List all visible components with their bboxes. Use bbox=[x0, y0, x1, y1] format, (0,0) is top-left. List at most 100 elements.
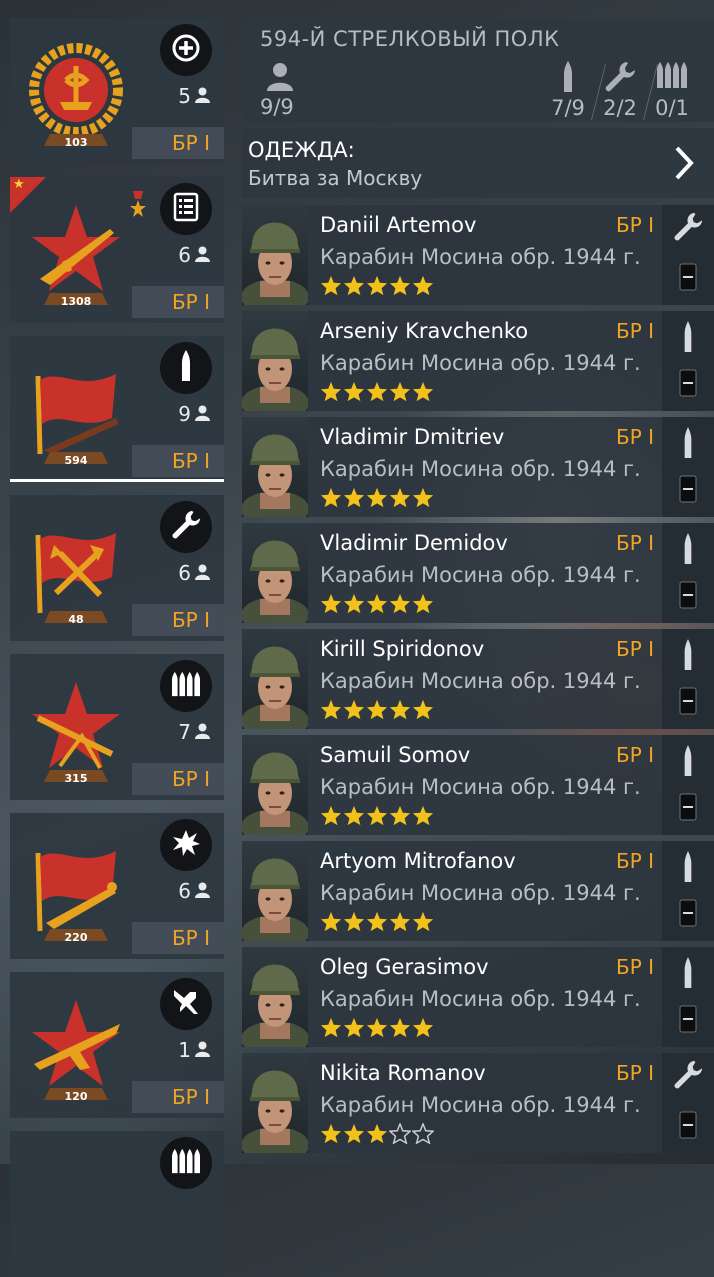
soldier-portrait bbox=[242, 629, 308, 729]
rank-icon bbox=[679, 263, 697, 295]
squad-card[interactable]: 103 5 БР I bbox=[10, 18, 224, 164]
outfit-label: ОДЕЖДА: bbox=[248, 138, 355, 162]
soldier-portrait bbox=[242, 205, 308, 305]
soldier-row[interactable]: Vladimir Dmitriev Карабин Мосина обр. 19… bbox=[242, 417, 714, 517]
soldier-rating bbox=[320, 593, 434, 618]
person-icon bbox=[195, 879, 210, 903]
squad-size-value: 9 bbox=[178, 402, 191, 426]
emblem-number: 48 bbox=[68, 613, 83, 626]
soldier-class-panel bbox=[662, 523, 714, 623]
plane-icon bbox=[170, 986, 202, 1022]
soldier-row[interactable]: Nikita Romanov Карабин Мосина обр. 1944 … bbox=[242, 1053, 714, 1153]
wrench-icon bbox=[170, 509, 202, 545]
ammo-icon bbox=[170, 670, 202, 702]
soldier-class-panel bbox=[662, 841, 714, 941]
battle-rating: БР I bbox=[616, 637, 655, 661]
plane-class-button[interactable] bbox=[160, 978, 212, 1030]
squad-card[interactable] bbox=[10, 1131, 224, 1277]
soldier-row[interactable]: Samuil Somov Карабин Мосина обр. 1944 г.… bbox=[242, 735, 714, 835]
person-icon bbox=[195, 561, 210, 585]
squad-card[interactable]: ★ 1308 6 БР I bbox=[10, 177, 224, 323]
emblem-number: 315 bbox=[65, 772, 88, 785]
star-filled-icon bbox=[320, 593, 342, 618]
star-filled-icon bbox=[366, 1123, 388, 1148]
star-icon: ★ bbox=[13, 177, 25, 192]
star-filled-icon bbox=[343, 1123, 365, 1148]
person-icon bbox=[195, 720, 210, 744]
star-empty-icon bbox=[388, 1121, 412, 1148]
battle-rating: БР I bbox=[171, 608, 210, 632]
soldier-rating bbox=[320, 275, 434, 300]
wrench-icon bbox=[594, 60, 646, 94]
star-filled-icon bbox=[343, 699, 365, 724]
person-icon bbox=[195, 84, 210, 108]
ammo-class-button[interactable] bbox=[160, 660, 212, 712]
star-filled-icon bbox=[320, 911, 342, 936]
bullet-icon bbox=[683, 423, 693, 467]
squad-card[interactable]: 315 7 БР I bbox=[10, 654, 224, 800]
soldier-portrait bbox=[242, 735, 308, 835]
star-filled-icon bbox=[366, 487, 388, 512]
soldier-portrait bbox=[242, 523, 308, 623]
soldier-rating bbox=[320, 1017, 434, 1042]
star-filled-icon bbox=[320, 1123, 342, 1148]
squad-card[interactable]: 594 9 БР I bbox=[10, 336, 224, 482]
rank-icon bbox=[679, 687, 697, 719]
star-filled-icon bbox=[389, 275, 411, 300]
battle-rating: БР I bbox=[616, 319, 655, 343]
slot-riflemen-value: 7/9 bbox=[551, 96, 585, 120]
explosion-class-button[interactable] bbox=[160, 819, 212, 871]
squad-size-value: 6 bbox=[178, 561, 191, 585]
bullet-icon bbox=[683, 317, 693, 361]
squad-size: 6 bbox=[178, 243, 210, 267]
squad-emblem: 103 bbox=[20, 40, 132, 150]
br-bar: БР I bbox=[132, 604, 224, 636]
outfit-selector[interactable]: ОДЕЖДА: Битва за Москву bbox=[242, 128, 714, 198]
soldier-name: Oleg Gerasimov bbox=[320, 955, 489, 979]
star-filled-icon bbox=[366, 911, 388, 936]
person-icon bbox=[195, 402, 210, 426]
wrench-icon bbox=[672, 1059, 704, 1095]
squad-card[interactable]: 220 6 БР I bbox=[10, 813, 224, 959]
list-class-button[interactable] bbox=[160, 183, 212, 235]
battle-rating: БР I bbox=[616, 955, 655, 979]
star-filled-icon bbox=[389, 487, 411, 512]
bullet-class-button[interactable] bbox=[160, 342, 212, 394]
plus-class-button[interactable] bbox=[160, 24, 212, 76]
ammo-icon bbox=[170, 1147, 202, 1179]
soldier-name: Vladimir Demidov bbox=[320, 531, 508, 555]
soldier-weapon: Карабин Мосина обр. 1944 г. bbox=[320, 563, 641, 587]
rank-icon bbox=[679, 581, 697, 613]
rank-icon bbox=[679, 369, 697, 401]
soldier-row[interactable]: Daniil Artemov Карабин Мосина обр. 1944 … bbox=[242, 205, 714, 305]
star-filled-icon bbox=[343, 805, 365, 830]
soldier-row[interactable]: Oleg Gerasimov Карабин Мосина обр. 1944 … bbox=[242, 947, 714, 1047]
squad-size-value: 5 bbox=[178, 84, 191, 108]
soldier-row[interactable]: Vladimir Demidov Карабин Мосина обр. 194… bbox=[242, 523, 714, 623]
star-filled-icon bbox=[389, 911, 411, 936]
star-filled-icon bbox=[343, 381, 365, 406]
emblem-number: 594 bbox=[65, 454, 88, 467]
squad-card[interactable]: 120 1 БР I bbox=[10, 972, 224, 1118]
squad-header: 594-Й СТРЕЛКОВЫЙ ПОЛК 9/9 7/9 2/2 0/1 bbox=[242, 20, 714, 122]
rank-icon bbox=[679, 899, 697, 931]
br-bar: БР I bbox=[132, 1081, 224, 1113]
battle-rating: БР I bbox=[616, 213, 655, 237]
br-bar: БР I bbox=[132, 286, 224, 318]
soldier-row[interactable]: Arseniy Kravchenko Карабин Мосина обр. 1… bbox=[242, 311, 714, 411]
ammo-class-button[interactable] bbox=[160, 1137, 212, 1189]
soldier-class-panel bbox=[662, 311, 714, 411]
squad-card[interactable]: 48 6 БР I bbox=[10, 495, 224, 641]
squad-size-value: 6 bbox=[178, 243, 191, 267]
slot-engineers-value: 2/2 bbox=[603, 96, 637, 120]
soldier-row[interactable]: Kirill Spiridonov Карабин Мосина обр. 19… bbox=[242, 629, 714, 729]
soldier-row[interactable]: Artyom Mitrofanov Карабин Мосина обр. 19… bbox=[242, 841, 714, 941]
star-filled-icon bbox=[343, 593, 365, 618]
wrench-class-button[interactable] bbox=[160, 501, 212, 553]
star-filled-icon bbox=[412, 699, 434, 724]
star-filled-icon bbox=[389, 805, 411, 830]
star-filled-icon bbox=[366, 593, 388, 618]
soldier-rating bbox=[320, 1121, 435, 1148]
wrench-icon bbox=[672, 211, 704, 247]
squad-size-value: 1 bbox=[178, 1038, 191, 1062]
